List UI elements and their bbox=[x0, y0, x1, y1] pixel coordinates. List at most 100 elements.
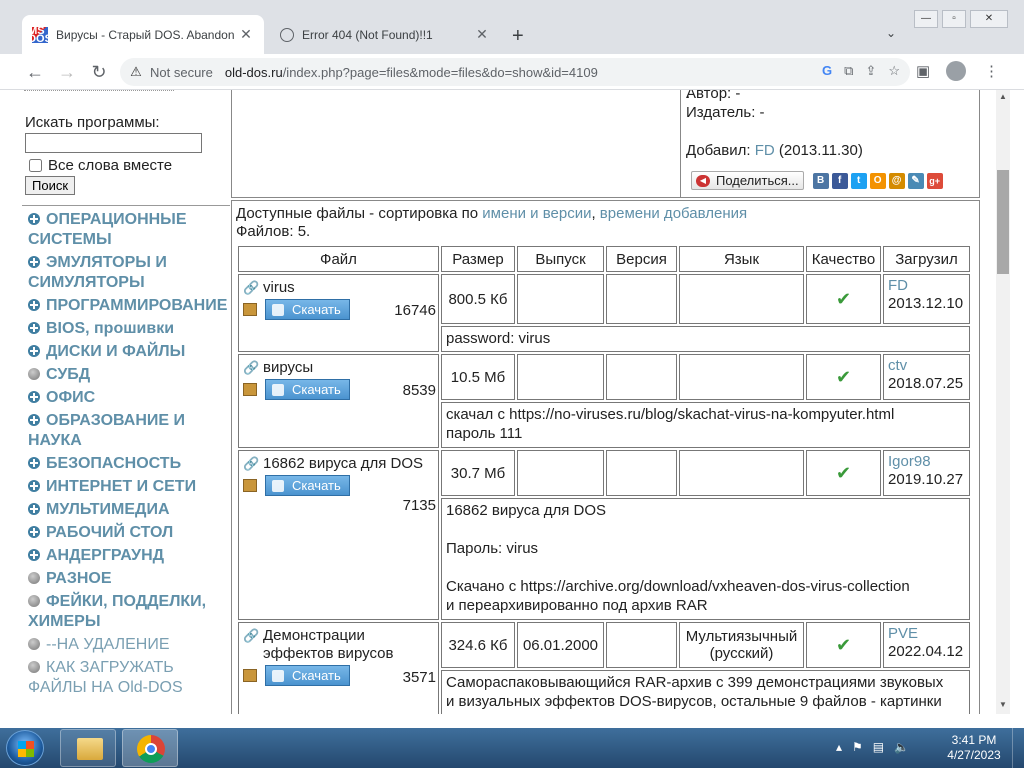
sidebar-category[interactable]: БЕЗОПАСНОСТЬ bbox=[28, 454, 230, 474]
url-text[interactable]: old-dos.ru/index.php?page=files&mode=fil… bbox=[225, 65, 598, 80]
menu-icon[interactable]: ⋮ bbox=[984, 62, 999, 80]
bookmark-star-icon[interactable]: ☆ bbox=[888, 63, 900, 79]
start-button[interactable] bbox=[6, 730, 44, 766]
description-line: и переархивированно под архив RAR bbox=[446, 597, 708, 614]
sidebar-category[interactable]: --НА УДАЛЕНИЕ bbox=[28, 635, 230, 655]
back-icon[interactable]: ← bbox=[23, 60, 47, 84]
sidebar-category[interactable]: ОПЕРАЦИОННЫЕ СИСТЕМЫ bbox=[28, 210, 230, 250]
volume-icon[interactable]: 🔈 bbox=[894, 740, 909, 754]
sidebar: Искать программы: Все слова вместе Поиск… bbox=[22, 90, 230, 701]
scroll-up-icon[interactable]: ▲ bbox=[996, 92, 1010, 101]
close-tab-icon[interactable]: ✕ bbox=[474, 26, 490, 43]
sidebar-category[interactable]: ОБРАЗОВАНИЕ И НАУКА bbox=[28, 411, 230, 451]
search-label: Искать программы: bbox=[25, 114, 160, 131]
download-button[interactable]: Скачать bbox=[265, 379, 350, 400]
sidebar-category[interactable]: ДИСКИ И ФАЙЛЫ bbox=[28, 342, 230, 362]
sidepanel-icon[interactable]: ▣ bbox=[916, 62, 930, 80]
sidebar-category[interactable]: ИНТЕРНЕТ И СЕТИ bbox=[28, 477, 230, 497]
link-icon[interactable]: 🔗 bbox=[243, 455, 259, 473]
close-window-button[interactable]: ✕ bbox=[970, 10, 1008, 28]
added-by-link[interactable]: FD bbox=[755, 142, 775, 159]
forward-icon[interactable]: → bbox=[55, 60, 79, 84]
download-button[interactable]: Скачать bbox=[265, 665, 350, 686]
download-button[interactable]: Скачать bbox=[265, 299, 350, 320]
sidebar-category[interactable]: СУБД bbox=[28, 365, 230, 385]
col-size: Размер bbox=[441, 246, 515, 272]
sidebar-category[interactable]: ЭМУЛЯТОРЫ И СИМУЛЯТОРЫ bbox=[28, 253, 230, 293]
sidebar-category[interactable]: МУЛЬТИМЕДИА bbox=[28, 500, 230, 520]
file-language: Мультиязычный (русский) bbox=[679, 622, 804, 668]
download-icon bbox=[272, 303, 284, 316]
page-scrollbar[interactable]: ▲ ▼ bbox=[996, 90, 1010, 714]
search-input[interactable] bbox=[25, 133, 202, 153]
file-cell: 🔗 virus Скачать 16746 bbox=[238, 274, 439, 352]
sidebar-category[interactable]: РАЗНОЕ bbox=[28, 569, 230, 589]
minimize-button[interactable]: — bbox=[914, 10, 938, 28]
livejournal-icon[interactable]: ✎ bbox=[907, 172, 924, 189]
uploader-link[interactable]: PVE bbox=[888, 625, 918, 642]
sidebar-category[interactable]: АНДЕРГРАУНД bbox=[28, 546, 230, 566]
file-description: password: virus bbox=[441, 326, 970, 352]
address-bar[interactable]: ⚠ Not secure old-dos.ru/index.php?page=f… bbox=[120, 58, 910, 86]
uploader-cell: Igor98 2019.10.27 bbox=[883, 450, 970, 496]
uploader-link[interactable]: Igor98 bbox=[888, 453, 931, 470]
profile-avatar[interactable] bbox=[946, 61, 966, 85]
vk-icon[interactable]: В bbox=[812, 172, 829, 189]
google-lens-icon[interactable]: G bbox=[822, 63, 832, 79]
all-words-checkbox[interactable] bbox=[29, 159, 42, 172]
upload-date: 2013.12.10 bbox=[888, 295, 964, 312]
sidebar-category[interactable]: BIOS, прошивки bbox=[28, 319, 230, 339]
sort-by-name-link[interactable]: имени и версии bbox=[482, 205, 591, 222]
new-tab-button[interactable]: + bbox=[512, 25, 524, 48]
tab-inactive[interactable]: Error 404 (Not Found)!!1 ✕ bbox=[270, 15, 500, 54]
files-header: Доступные файлы - сортировка по имени и … bbox=[236, 205, 748, 222]
quality-check-icon: ✔ bbox=[806, 274, 881, 324]
link-icon[interactable]: 🔗 bbox=[243, 627, 259, 645]
bullet-icon bbox=[28, 595, 40, 607]
show-desktop-button[interactable] bbox=[1012, 728, 1024, 768]
expand-plus-icon bbox=[28, 526, 40, 538]
translate-icon[interactable]: ⧉ bbox=[844, 63, 853, 79]
table-header-row: Файл Размер Выпуск Версия Язык Качество … bbox=[238, 246, 970, 272]
reload-icon[interactable]: ↻ bbox=[87, 60, 111, 84]
share-button[interactable]: ◀ Поделиться... bbox=[691, 171, 804, 190]
download-button[interactable]: Скачать bbox=[265, 475, 350, 496]
maximize-button[interactable]: ▫ bbox=[942, 10, 966, 28]
action-center-icon[interactable]: ⚑ bbox=[852, 740, 863, 754]
chrome-taskbar-button[interactable] bbox=[122, 729, 178, 767]
show-hidden-icons-icon[interactable]: ▴ bbox=[836, 740, 842, 754]
scroll-down-icon[interactable]: ▼ bbox=[996, 700, 1010, 709]
share-icon[interactable]: ⇪ bbox=[865, 63, 876, 79]
odnoklassniki-icon[interactable]: О bbox=[869, 172, 886, 189]
close-tab-icon[interactable]: ✕ bbox=[238, 26, 254, 43]
sidebar-category[interactable]: РАБОЧИЙ СТОЛ bbox=[28, 523, 230, 543]
msdos-icon: MS DOS bbox=[28, 24, 52, 45]
sidebar-category[interactable]: ОФИС bbox=[28, 388, 230, 408]
mailru-icon[interactable]: @ bbox=[888, 172, 905, 189]
folder-icon bbox=[77, 738, 103, 760]
file-release bbox=[517, 354, 604, 400]
sort-by-date-link[interactable]: времени добавления bbox=[600, 205, 747, 222]
facebook-icon[interactable]: f bbox=[831, 172, 848, 189]
scroll-thumb[interactable] bbox=[997, 170, 1009, 274]
link-icon[interactable]: 🔗 bbox=[243, 359, 259, 377]
twitter-icon[interactable]: t bbox=[850, 172, 867, 189]
network-icon[interactable]: ▤ bbox=[873, 740, 884, 754]
description-line: 16862 вируса для DOS bbox=[446, 502, 607, 519]
uploader-link[interactable]: ctv bbox=[888, 357, 907, 374]
clock[interactable]: 3:41 PM 4/27/2023 bbox=[944, 733, 1004, 763]
uploader-link[interactable]: FD bbox=[888, 277, 908, 294]
sidebar-category[interactable]: ПРОГРАММИРОВАНИЕ bbox=[28, 296, 230, 316]
sidebar-category[interactable]: ФЕЙКИ, ПОДДЕЛКИ, ХИМЕРЫ bbox=[28, 592, 230, 632]
search-button[interactable]: Поиск bbox=[25, 176, 76, 195]
link-icon[interactable]: 🔗 bbox=[243, 279, 259, 297]
all-words-option[interactable]: Все слова вместе bbox=[25, 157, 227, 174]
not-secure-label[interactable]: Not secure bbox=[150, 65, 213, 80]
explorer-taskbar-button[interactable] bbox=[60, 729, 116, 767]
expand-plus-icon bbox=[28, 457, 40, 469]
tab-search-icon[interactable]: ⌄ bbox=[886, 26, 896, 40]
sidebar-category[interactable]: КАК ЗАГРУЖАТЬ ФАЙЛЫ НА Old-DOS bbox=[28, 658, 230, 698]
warning-icon[interactable]: ⚠ bbox=[128, 64, 144, 80]
tab-active[interactable]: MS DOS Вирусы - Старый DOS. Abandon ✕ bbox=[22, 15, 264, 54]
googleplus-icon[interactable]: g+ bbox=[926, 172, 943, 189]
